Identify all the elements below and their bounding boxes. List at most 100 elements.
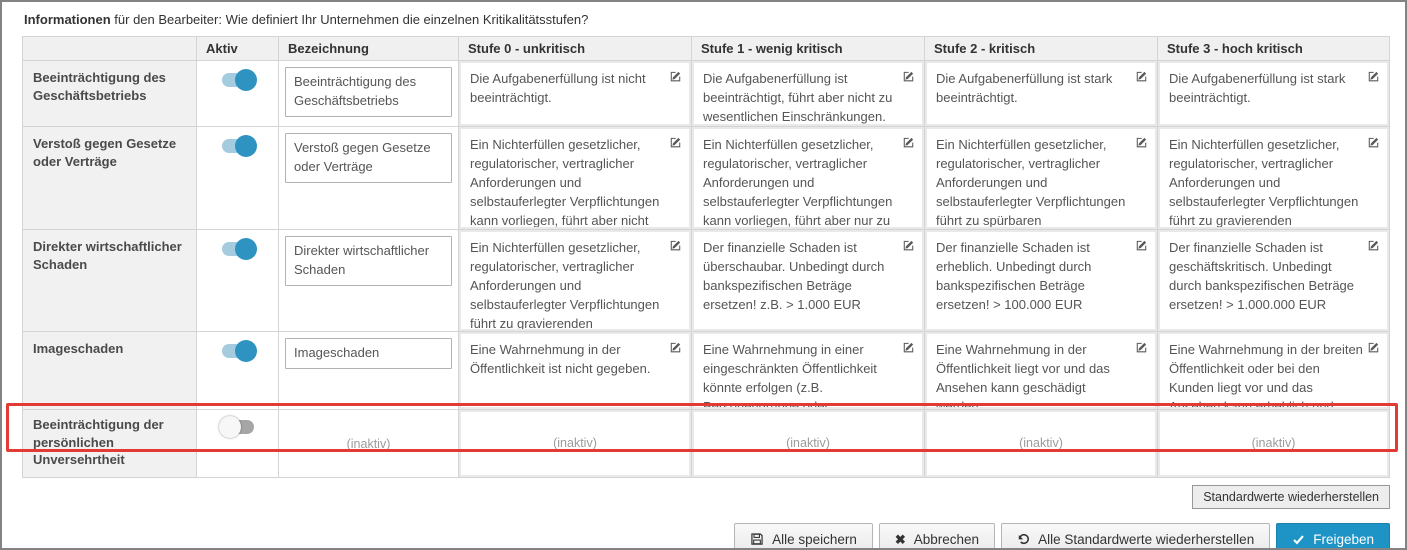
criticality-table: Aktiv Bezeichnung Stufe 0 - unkritisch S… (22, 36, 1390, 478)
settings-window: Informationen für den Bearbeiter: Wie de… (0, 0, 1407, 550)
save-icon (750, 532, 764, 546)
edit-icon[interactable] (1135, 238, 1148, 257)
stufe2-text: Eine Wahrnehmung in der Öffentlichkeit l… (936, 342, 1110, 407)
header-stufe0: Stufe 0 - unkritisch (459, 37, 692, 61)
stufe2-text: Der finanzielle Schaden ist erheblich. U… (936, 240, 1091, 312)
edit-icon[interactable] (669, 238, 682, 257)
table-row: Beeinträchtigung des Geschäftsbetriebs B… (23, 61, 1390, 127)
info-bar-bold: Informationen (24, 12, 111, 27)
toggle-knob (219, 416, 241, 438)
stufe3-cell[interactable]: Ein Nichterfüllen gesetzlicher, regulato… (1160, 129, 1387, 227)
row-label: Imageschaden (23, 332, 197, 410)
check-icon (1292, 533, 1305, 546)
stufe3-text: Ein Nichterfüllen gesetzlicher, regulato… (1169, 137, 1358, 227)
edit-icon[interactable] (1135, 69, 1148, 88)
toggle-knob (235, 135, 257, 157)
edit-icon[interactable] (1367, 238, 1380, 257)
stufe3-cell[interactable]: Der finanzielle Schaden ist geschäftskri… (1160, 232, 1387, 329)
edit-icon[interactable] (1135, 135, 1148, 154)
edit-icon[interactable] (669, 135, 682, 154)
row-label: Beeinträchtigung der persönlichen Unvers… (23, 410, 197, 478)
inactive-stufe1: (inaktiv) (786, 434, 830, 452)
inactive-bezeichnung: (inaktiv) (347, 437, 391, 451)
release-button[interactable]: Freigeben (1276, 523, 1390, 550)
bezeichnung-input[interactable]: Imageschaden (285, 338, 452, 369)
edit-icon[interactable] (669, 340, 682, 359)
undo-icon (1017, 533, 1030, 546)
stufe2-cell[interactable]: Ein Nichterfüllen gesetzlicher, regulato… (927, 129, 1155, 227)
edit-icon[interactable] (902, 69, 915, 88)
inactive-stufe0: (inaktiv) (553, 434, 597, 452)
restore-all-defaults-label: Alle Standardwerte wiederherstellen (1038, 532, 1254, 547)
stufe1-text: Die Aufgabenerfüllung ist beeinträchtigt… (703, 71, 892, 124)
edit-icon[interactable] (1135, 340, 1148, 359)
stufe3-text: Die Aufgabenerfüllung ist stark beeinträ… (1169, 71, 1345, 105)
active-toggle[interactable] (222, 344, 254, 358)
edit-icon[interactable] (902, 135, 915, 154)
toggle-knob (235, 69, 257, 91)
bezeichnung-input[interactable]: Direkter wirtschaftlicher Schaden (285, 236, 452, 286)
header-aktiv: Aktiv (197, 37, 279, 61)
edit-icon[interactable] (902, 340, 915, 359)
stufe3-text: Eine Wahrnehmung in der breiten Öffentli… (1169, 342, 1363, 407)
stufe1-cell[interactable]: Der finanzielle Schaden ist überschaubar… (694, 232, 922, 329)
release-label: Freigeben (1313, 532, 1374, 547)
stufe1-text: Ein Nichterfüllen gesetzlicher, regulato… (703, 137, 892, 227)
table-row: Direkter wirtschaftlicher Schaden Direkt… (23, 230, 1390, 332)
header-stufe1: Stufe 1 - wenig kritisch (692, 37, 925, 61)
restore-defaults-button[interactable]: Standardwerte wiederherstellen (1192, 485, 1390, 509)
table-row-inactive: Beeinträchtigung der persönlichen Unvers… (23, 410, 1390, 478)
stufe1-cell[interactable]: Ein Nichterfüllen gesetzlicher, regulato… (694, 129, 922, 227)
stufe1-text: Der finanzielle Schaden ist überschaubar… (703, 240, 884, 312)
table-header-row: Aktiv Bezeichnung Stufe 0 - unkritisch S… (23, 37, 1390, 61)
restore-all-defaults-button[interactable]: Alle Standardwerte wiederherstellen (1001, 523, 1270, 550)
inactive-stufe3: (inaktiv) (1252, 434, 1296, 452)
edit-icon[interactable] (669, 69, 682, 88)
header-empty (23, 37, 197, 61)
header-bezeichnung: Bezeichnung (279, 37, 459, 61)
row-label: Verstoß gegen Gesetze oder Verträge (23, 127, 197, 230)
stufe3-text: Der finanzielle Schaden ist geschäftskri… (1169, 240, 1354, 312)
stufe0-cell[interactable]: Ein Nichterfüllen gesetzlicher, regulato… (461, 232, 689, 329)
save-all-button[interactable]: Alle speichern (734, 523, 873, 550)
stufe0-cell[interactable]: Eine Wahrnehmung in der Öffentlichkeit i… (461, 334, 689, 407)
stufe0-text: Die Aufgabenerfüllung ist nicht beeinträ… (470, 71, 646, 105)
stufe1-text: Eine Wahrnehmung in einer eingeschränkte… (703, 342, 879, 407)
row-label: Direkter wirtschaftlicher Schaden (23, 230, 197, 332)
stufe1-cell[interactable]: Eine Wahrnehmung in einer eingeschränkte… (694, 334, 922, 407)
toggle-knob (235, 238, 257, 260)
active-toggle[interactable] (222, 242, 254, 256)
active-toggle[interactable] (222, 73, 254, 87)
stufe2-cell[interactable]: Die Aufgabenerfüllung ist stark beeinträ… (927, 63, 1155, 124)
bezeichnung-input[interactable]: Verstoß gegen Gesetze oder Verträge (285, 133, 452, 183)
info-bar-text: für den Bearbeiter: Wie definiert Ihr Un… (111, 12, 589, 27)
stufe0-cell[interactable]: Die Aufgabenerfüllung ist nicht beeinträ… (461, 63, 689, 124)
inactive-stufe2: (inaktiv) (1019, 434, 1063, 452)
header-stufe2: Stufe 2 - kritisch (925, 37, 1158, 61)
stufe2-text: Die Aufgabenerfüllung ist stark beeinträ… (936, 71, 1112, 105)
edit-icon[interactable] (902, 238, 915, 257)
bezeichnung-input[interactable]: Beeinträchtigung des Geschäftsbetriebs (285, 67, 452, 117)
info-bar: Informationen für den Bearbeiter: Wie de… (22, 9, 1390, 36)
active-toggle[interactable] (222, 139, 254, 153)
save-all-label: Alle speichern (772, 532, 857, 547)
stufe2-cell[interactable]: Eine Wahrnehmung in der Öffentlichkeit l… (927, 334, 1155, 407)
stufe1-cell[interactable]: Die Aufgabenerfüllung ist beeinträchtigt… (694, 63, 922, 124)
header-stufe3: Stufe 3 - hoch kritisch (1158, 37, 1390, 61)
cancel-button[interactable]: ✖ Abbrechen (879, 523, 995, 550)
table-row: Imageschaden Imageschaden Eine Wahrnehmu… (23, 332, 1390, 410)
stufe2-text: Ein Nichterfüllen gesetzlicher, regulato… (936, 137, 1125, 227)
cancel-icon: ✖ (895, 533, 906, 546)
stufe3-cell[interactable]: Die Aufgabenerfüllung ist stark beeinträ… (1160, 63, 1387, 124)
table-row: Verstoß gegen Gesetze oder Verträge Vers… (23, 127, 1390, 230)
stufe0-cell[interactable]: Ein Nichterfüllen gesetzlicher, regulato… (461, 129, 689, 227)
stufe0-text: Ein Nichterfüllen gesetzlicher, regulato… (470, 240, 659, 329)
stufe2-cell[interactable]: Der finanzielle Schaden ist erheblich. U… (927, 232, 1155, 329)
edit-icon[interactable] (1367, 135, 1380, 154)
stufe3-cell[interactable]: Eine Wahrnehmung in der breiten Öffentli… (1160, 334, 1387, 407)
active-toggle[interactable] (222, 420, 254, 434)
stufe0-text: Ein Nichterfüllen gesetzlicher, regulato… (470, 137, 659, 227)
edit-icon[interactable] (1367, 69, 1380, 88)
cancel-label: Abbrechen (914, 532, 979, 547)
edit-icon[interactable] (1367, 340, 1380, 359)
